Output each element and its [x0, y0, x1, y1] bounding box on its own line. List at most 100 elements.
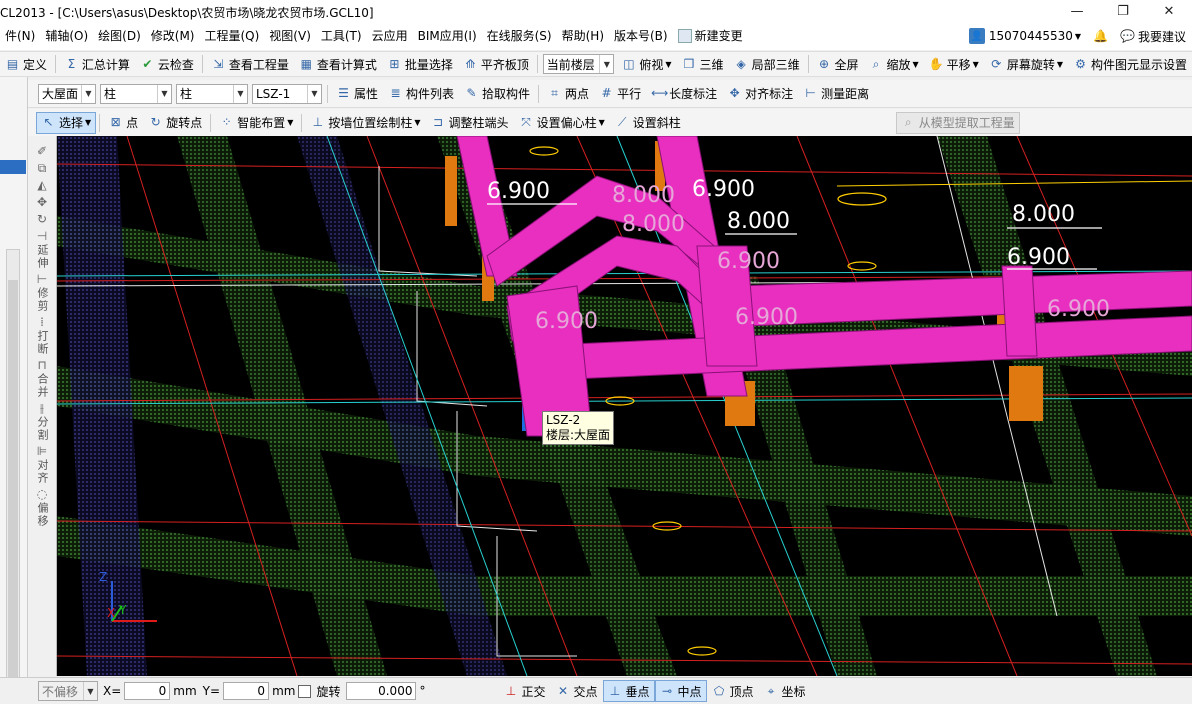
- fullscreen-button[interactable]: ⊕ 全屏: [811, 53, 863, 75]
- close-button[interactable]: ✕: [1146, 0, 1192, 22]
- define-button[interactable]: ▤ 定义: [0, 53, 52, 75]
- offset-tool[interactable]: ◌ 偏移: [28, 487, 56, 528]
- snap-vertex[interactable]: ⬠ 顶点: [707, 680, 759, 702]
- menu-new-change[interactable]: 新建变更: [673, 22, 748, 50]
- dock-scrollbar[interactable]: [6, 249, 20, 704]
- user-account[interactable]: 👤 15070445530 ▼: [963, 28, 1087, 44]
- display-settings-button[interactable]: ⚙ 构件图元显示设置: [1068, 53, 1192, 75]
- two-points-button[interactable]: ⌗ 两点: [542, 83, 594, 105]
- model-3d-view[interactable]: 6.900 8.000 6.900 8.000 8.000 8.000 6.90…: [57, 136, 1192, 676]
- snap-orthogonal[interactable]: ⊥ 正交: [498, 680, 550, 702]
- zoom-button[interactable]: ⌕ 缩放 ▼: [863, 53, 923, 75]
- rotate-icon: ⟳: [991, 56, 1002, 71]
- top-view-button[interactable]: ◫ 俯视 ▼: [616, 53, 676, 75]
- rotate-tool[interactable]: ↻: [28, 212, 56, 227]
- view-quantity-button[interactable]: ⇲ 查看工程量: [206, 53, 294, 75]
- brush-tool[interactable]: ✐: [28, 144, 56, 159]
- set-offset-button[interactable]: ⤧ 设置偏心柱 ▼: [514, 112, 610, 134]
- component-list-button[interactable]: ≣ 构件列表: [383, 83, 459, 105]
- smart-layout-button[interactable]: ⁘ 智能布置 ▼: [214, 112, 298, 134]
- local-3d-button[interactable]: ◈ 局部三维: [729, 53, 805, 75]
- copy-tool[interactable]: ⧉: [28, 161, 56, 176]
- rotate-checkbox[interactable]: [298, 684, 312, 698]
- set-slope-button[interactable]: ⟋ 设置斜柱: [610, 112, 686, 134]
- menu-tools[interactable]: 工具(T): [316, 22, 367, 50]
- move-tool[interactable]: ✥: [28, 195, 56, 210]
- account-number: 15070445530: [988, 29, 1073, 43]
- menu-bim[interactable]: BIM应用(I): [413, 22, 482, 50]
- rotate-input[interactable]: 0.000: [346, 682, 417, 700]
- three-d-button[interactable]: ❒ 三维: [677, 53, 729, 75]
- modify-tool-panel: ✐ ⧉ ◭ ✥ ↻ ⊣ 延伸 ⊢ 修剪 ⁞ 打断 ⊓ 合并 ⫲ 分割 ⊫ 对齐 ◌ 偏移: [28, 136, 57, 676]
- category-combo[interactable]: 柱 ▼: [100, 83, 172, 104]
- menu-cloud[interactable]: 云应用: [367, 22, 413, 50]
- pan-button[interactable]: ✋ 平移 ▼: [924, 53, 984, 75]
- rotate-point-button[interactable]: ↻ 旋转点: [143, 112, 207, 134]
- view-formula-button[interactable]: ▦ 查看计算式: [294, 53, 382, 75]
- y-input[interactable]: 0: [223, 682, 270, 700]
- draw-by-wall-button[interactable]: ⊥ 按墙位置绘制柱 ▼: [305, 112, 425, 134]
- cloud-check-button[interactable]: ✔ 云检查: [135, 53, 199, 75]
- y-unit: mm: [272, 684, 296, 698]
- menu-view[interactable]: 视图(V): [264, 22, 316, 50]
- menu-axis[interactable]: 辅轴(O): [40, 22, 93, 50]
- snap-coordinate[interactable]: ⌖ 坐标: [759, 680, 811, 702]
- flush-slab-button[interactable]: ⟰ 平齐板顶: [458, 53, 534, 75]
- menu-help[interactable]: 帮助(H): [557, 22, 609, 50]
- drawing-viewport[interactable]: 6.900 8.000 6.900 8.000 8.000 8.000 6.90…: [57, 136, 1192, 676]
- extend-label: 延伸: [36, 244, 49, 270]
- extract-quantity-button[interactable]: ⌕ 从模型提取工程量: [895, 111, 1020, 134]
- break-icon: ⁞: [40, 315, 44, 329]
- summary-button[interactable]: Σ 汇总计算: [59, 53, 135, 75]
- screen-rotate-button[interactable]: ⟳ 屏幕旋转 ▼: [984, 53, 1068, 75]
- minimize-button[interactable]: —: [1054, 0, 1100, 22]
- align-label: 对齐: [36, 459, 49, 485]
- mirror-tool[interactable]: ◭: [28, 178, 56, 193]
- measure-button[interactable]: ⊢ 测量距离: [798, 83, 874, 105]
- maximize-button[interactable]: ❐: [1100, 0, 1146, 22]
- floor-combo[interactable]: 大屋面 ▼: [38, 83, 96, 104]
- properties-button[interactable]: ☰ 属性: [331, 83, 383, 105]
- menu-modify[interactable]: 修改(M): [146, 22, 200, 50]
- break-tool[interactable]: ⁞ 打断: [28, 315, 56, 356]
- align-mark-button[interactable]: ✥ 对齐标注: [722, 83, 798, 105]
- suggest-button[interactable]: 💬 我要建议: [1114, 28, 1192, 45]
- extend-tool[interactable]: ⊣ 延伸: [28, 229, 56, 270]
- split-tool[interactable]: ⫲ 分割: [28, 401, 56, 442]
- select-button[interactable]: ↖ 选择 ▼: [36, 111, 97, 134]
- length-mark-button[interactable]: ⟷ 长度标注: [646, 83, 722, 105]
- pick-component-button[interactable]: ✎ 拾取构件: [459, 83, 535, 105]
- menu-quantity[interactable]: 工程量(Q): [199, 22, 264, 50]
- merge-tool[interactable]: ⊓ 合并: [28, 358, 56, 399]
- x-input[interactable]: 0: [124, 682, 171, 700]
- extend-icon: ⊣: [36, 229, 48, 243]
- point-button[interactable]: ⊠ 点: [103, 112, 143, 134]
- elevation-label: 6.900: [535, 309, 598, 334]
- break-label: 打断: [36, 330, 49, 356]
- parallel-button[interactable]: # 平行: [594, 83, 646, 105]
- tooltip-component: LSZ-2: [546, 413, 581, 427]
- vertex-icon: ⬠: [713, 683, 725, 698]
- trim-tool[interactable]: ⊢ 修剪: [28, 272, 56, 313]
- align-mark-label: 对齐标注: [745, 87, 794, 101]
- menu-online[interactable]: 在线服务(S): [482, 22, 557, 50]
- snap-perpendicular[interactable]: ⊥ 垂点: [602, 680, 655, 702]
- type-combo[interactable]: 柱 ▼: [176, 83, 248, 104]
- bell-icon[interactable]: 🔔: [1087, 29, 1114, 43]
- menu-version[interactable]: 版本号(B): [609, 22, 673, 50]
- snap-midpoint[interactable]: ⊸ 中点: [654, 680, 707, 702]
- floor-select[interactable]: 当前楼层 ▼: [542, 54, 615, 74]
- dock-scroll-thumb[interactable]: [8, 280, 18, 700]
- adjust-head-button[interactable]: ⊐ 调整柱端头: [426, 112, 514, 134]
- dock-tab-highlight[interactable]: [0, 160, 26, 174]
- menu-draw[interactable]: 绘图(D): [93, 22, 146, 50]
- new-change-label: 新建变更: [694, 29, 743, 43]
- component-combo[interactable]: LSZ-1 ▼: [252, 83, 322, 104]
- align-mark-icon: ✥: [729, 86, 740, 100]
- menu-file[interactable]: 件(N): [0, 22, 40, 50]
- align-tool[interactable]: ⊫ 对齐: [28, 444, 56, 485]
- batch-select-button[interactable]: ⊞ 批量选择: [382, 53, 458, 75]
- offset-mode-select[interactable]: 不偏移 ▼: [38, 681, 98, 701]
- snap-intersection[interactable]: ✕ 交点: [550, 680, 602, 702]
- mirror-icon: ◭: [37, 178, 47, 192]
